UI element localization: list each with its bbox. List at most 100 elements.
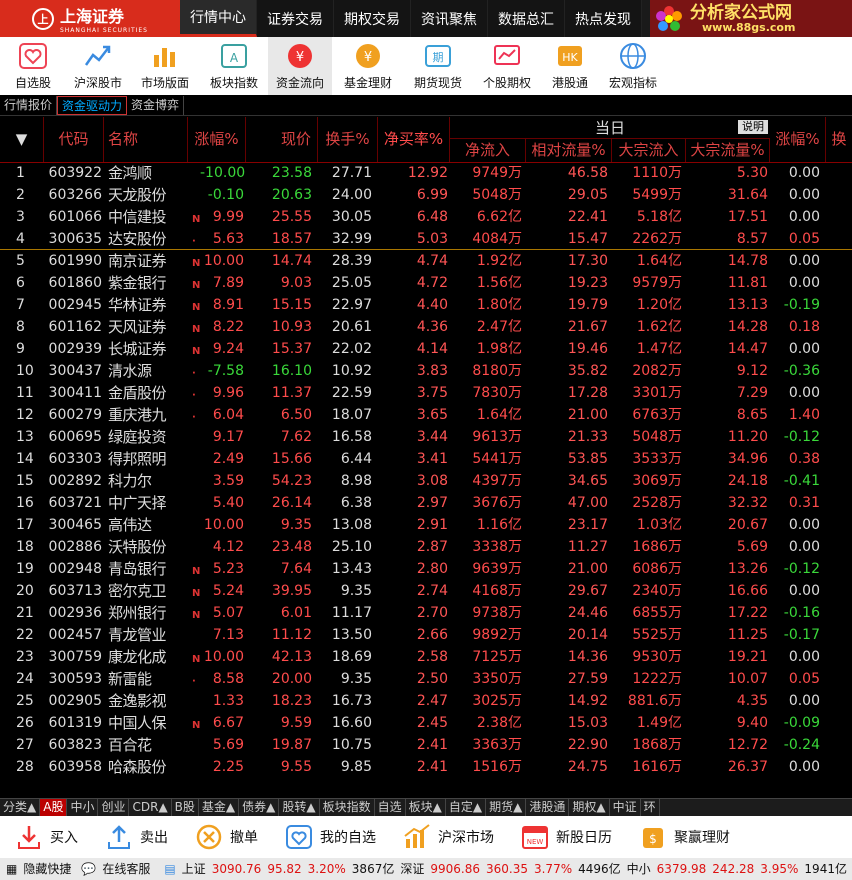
subtab-capital-game[interactable]: 资金博弈	[127, 96, 185, 115]
col-turnover[interactable]: 换手%	[318, 117, 378, 162]
table-row[interactable]: 28 603958 哈森股份 2.25 9.55 9.85 2.41 1516万 24.75 16…	[0, 756, 852, 778]
buy-button[interactable]: 买入	[0, 822, 78, 852]
turnover-rate: 22.97	[331, 297, 372, 313]
net-buy-rate: 2.91	[416, 517, 448, 533]
table-row[interactable]: 2 603266 天龙股份 -0.10 20.63 24.00 6.99 5048万 29.05…	[0, 184, 852, 206]
dropdown-icon[interactable]: ▼	[0, 117, 44, 162]
nav-tab-news[interactable]: 资讯聚焦	[411, 0, 488, 37]
table-row[interactable]: 7 002945 华林证券 N 8.91 15.15 22.97 4.40 1.80亿 19.79…	[0, 294, 852, 316]
cancel-order-button[interactable]: 撤单	[180, 822, 258, 852]
nav-tab-data[interactable]: 数据总汇	[488, 0, 565, 37]
table-row[interactable]: 16 603721 中广天择 5.40 26.14 6.38 2.97 3676万 47.00 2…	[0, 492, 852, 514]
tool-market-layout[interactable]: 市场版面	[130, 37, 200, 95]
col-name[interactable]: 名称	[104, 117, 188, 162]
wealth-button[interactable]: $ 聚赢理财	[624, 822, 730, 852]
nav-tab-options[interactable]: 期权交易	[334, 0, 411, 37]
table-row[interactable]: 17 300465 高伟达 10.00 9.35 13.08 2.91 1.16亿 23.17 1…	[0, 514, 852, 536]
table-row[interactable]: 12 600279 重庆港九 · 6.04 6.50 18.07 3.65 1.64亿 21.00…	[0, 404, 852, 426]
col-price[interactable]: 现价	[246, 117, 318, 162]
col-block-flow[interactable]: 大宗流量%	[686, 139, 770, 162]
bottom-tab[interactable]: 期权▲	[569, 799, 610, 816]
my-watchlist-button[interactable]: 我的自选	[270, 822, 376, 852]
tool-funds[interactable]: ¥ 基金理财	[332, 37, 404, 95]
table-row[interactable]: 6 601860 紫金银行 N 7.89 9.03 25.05 4.72 1.56亿 19.23 9…	[0, 272, 852, 294]
change-pct-2: 0.00	[788, 517, 820, 533]
tool-macro[interactable]: 宏观指标	[598, 37, 668, 95]
tool-sector-index[interactable]: A 板块指数	[200, 37, 268, 95]
bottom-tab[interactable]: CDR▲	[129, 799, 172, 816]
sell-button[interactable]: 卖出	[90, 822, 168, 852]
bottom-tab[interactable]: 基金▲	[199, 799, 240, 816]
table-row[interactable]: 14 603303 得邦照明 2.49 15.66 6.44 3.41 5441万 53.85 3…	[0, 448, 852, 470]
relative-flow: 24.75	[567, 759, 608, 775]
col-net-inflow[interactable]: 净流入	[450, 139, 526, 162]
table-row[interactable]: 24 300593 新雷能 · 8.58 20.00 9.35 2.50 3350万 27.59 1…	[0, 668, 852, 690]
bottom-tab[interactable]: 中小	[67, 799, 99, 816]
table-row[interactable]: 9 002939 长城证券 N 9.24 15.37 22.02 4.14 1.98亿 19.46…	[0, 338, 852, 360]
tool-capital-flow[interactable]: ¥ 资金流向	[268, 37, 332, 95]
col-block-inflow[interactable]: 大宗流入	[612, 139, 686, 162]
table-row[interactable]: 11 300411 金盾股份 · 9.96 11.37 22.59 3.75 7830万 17.2…	[0, 382, 852, 404]
bottom-tab[interactable]: 债券▲	[239, 799, 280, 816]
explain-button[interactable]: 说明	[738, 120, 768, 134]
table-row[interactable]: 20 603713 密尔克卫 N 5.24 39.95 9.35 2.74 4168万 29.67…	[0, 580, 852, 602]
table-row[interactable]: 25 002905 金逸影视 1.33 18.23 16.73 2.47 3025万 14.92…	[0, 690, 852, 712]
current-price: 9.59	[280, 715, 312, 731]
table-row[interactable]: 3 601066 中信建投 N 9.99 25.55 30.05 6.48 6.62亿 22.41…	[0, 206, 852, 228]
table-row[interactable]: 23 300759 康龙化成 N 10.00 42.13 18.69 2.58 7125万 14.…	[0, 646, 852, 668]
nav-tab-trading[interactable]: 证券交易	[257, 0, 334, 37]
bottom-tab[interactable]: 环	[641, 799, 660, 816]
bottom-tab[interactable]: 创业	[98, 799, 130, 816]
tool-stock-options[interactable]: 个股期权	[472, 37, 542, 95]
change-pct-2: 0.00	[788, 187, 820, 203]
block-flow-pct: 13.13	[727, 297, 768, 313]
bottom-tab[interactable]: 自定▲	[446, 799, 487, 816]
bottom-tab[interactable]: 板块指数	[320, 799, 375, 816]
change-pct: 8.22	[212, 319, 244, 335]
tool-futures[interactable]: 期 期货现货	[404, 37, 472, 95]
bottom-tab[interactable]: 期货▲	[486, 799, 527, 816]
subtab-capital-drive[interactable]: 资金驱动力	[57, 96, 128, 115]
bottom-tab[interactable]: 中证	[610, 799, 641, 816]
table-row[interactable]: 10 300437 清水源 · -7.58 16.10 10.92 3.83 8180万 35.8…	[0, 360, 852, 382]
subtab-quotes[interactable]: 行情报价	[0, 96, 58, 115]
nav-tab-hotspots[interactable]: 热点发现	[565, 0, 642, 37]
table-row[interactable]: 26 601319 中国人保 N 6.67 9.59 16.60 2.45 2.38亿 15.03…	[0, 712, 852, 734]
table-row[interactable]: 15 002892 科力尔 3.59 54.23 8.98 3.08 4397万 34.65 30…	[0, 470, 852, 492]
col-change-pct[interactable]: 涨幅%	[188, 117, 246, 162]
stock-name: 天龙股份	[108, 186, 167, 204]
current-price: 16.10	[271, 363, 312, 379]
table-row[interactable]: 5 601990 南京证券 N 10.00 14.74 28.39 4.74 1.92亿 17.3…	[0, 250, 852, 272]
table-row[interactable]: 4 300635 达安股份 · 5.63 18.57 32.99 5.03 4084万 15.47…	[0, 228, 852, 250]
bottom-tab[interactable]: 板块▲	[406, 799, 446, 816]
hide-shortcuts[interactable]: 隐藏快捷	[23, 858, 71, 880]
bottom-tab[interactable]: B股	[172, 799, 199, 816]
stock-code: 002936	[48, 605, 102, 621]
table-row[interactable]: 22 002457 青龙管业 7.13 11.12 13.50 2.66 9892万 20.14…	[0, 624, 852, 646]
col-relative-flow[interactable]: 相对流量%	[526, 139, 612, 162]
bottom-tab[interactable]: A股	[40, 799, 68, 816]
ipo-calendar-button[interactable]: NEW 新股日历	[506, 822, 612, 852]
table-row[interactable]: 21 002936 郑州银行 N 5.07 6.01 11.17 2.70 9738万 24.46…	[0, 602, 852, 624]
col-change-pct-2[interactable]: 涨幅%	[770, 117, 826, 162]
col-net-buy-rate[interactable]: 净买率%	[378, 117, 450, 162]
table-row[interactable]: 8 601162 天风证券 N 8.22 10.93 20.61 4.36 2.47亿 21.67…	[0, 316, 852, 338]
tool-hk-connect[interactable]: HK 港股通	[542, 37, 598, 95]
bottom-tab[interactable]: 港股通	[526, 799, 570, 816]
table-row[interactable]: 19 002948 青岛银行 N 5.23 7.64 13.43 2.80 9639万 21.00…	[0, 558, 852, 580]
nav-tab-market-center[interactable]: 行情中心	[180, 0, 257, 37]
col-more[interactable]: 换	[826, 117, 852, 162]
row-number: 12	[16, 407, 34, 423]
table-row[interactable]: 18 002886 沃特股份 4.12 23.48 25.10 2.87 3338万 11.27…	[0, 536, 852, 558]
table-row[interactable]: 27 603823 百合花 5.69 19.87 10.75 2.41 3363万 22.90 1…	[0, 734, 852, 756]
table-row[interactable]: 1 603922 金鸿顺 -10.00 23.58 27.71 12.92 9749万 46.5…	[0, 162, 852, 184]
bottom-tab[interactable]: 分类▲	[0, 799, 41, 816]
tool-a-shares[interactable]: 沪深股市	[66, 37, 130, 95]
table-row[interactable]: 13 600695 绿庭投资 9.17 7.62 16.58 3.44 9613万 21.33 5…	[0, 426, 852, 448]
market-button[interactable]: 沪深市场	[388, 822, 494, 852]
bottom-tab[interactable]: 股转▲	[279, 799, 320, 816]
col-code[interactable]: 代码	[44, 117, 104, 162]
tool-watchlist[interactable]: 自选股	[0, 37, 66, 95]
online-service[interactable]: 在线客服	[102, 858, 150, 880]
bottom-tab[interactable]: 自选	[375, 799, 406, 816]
